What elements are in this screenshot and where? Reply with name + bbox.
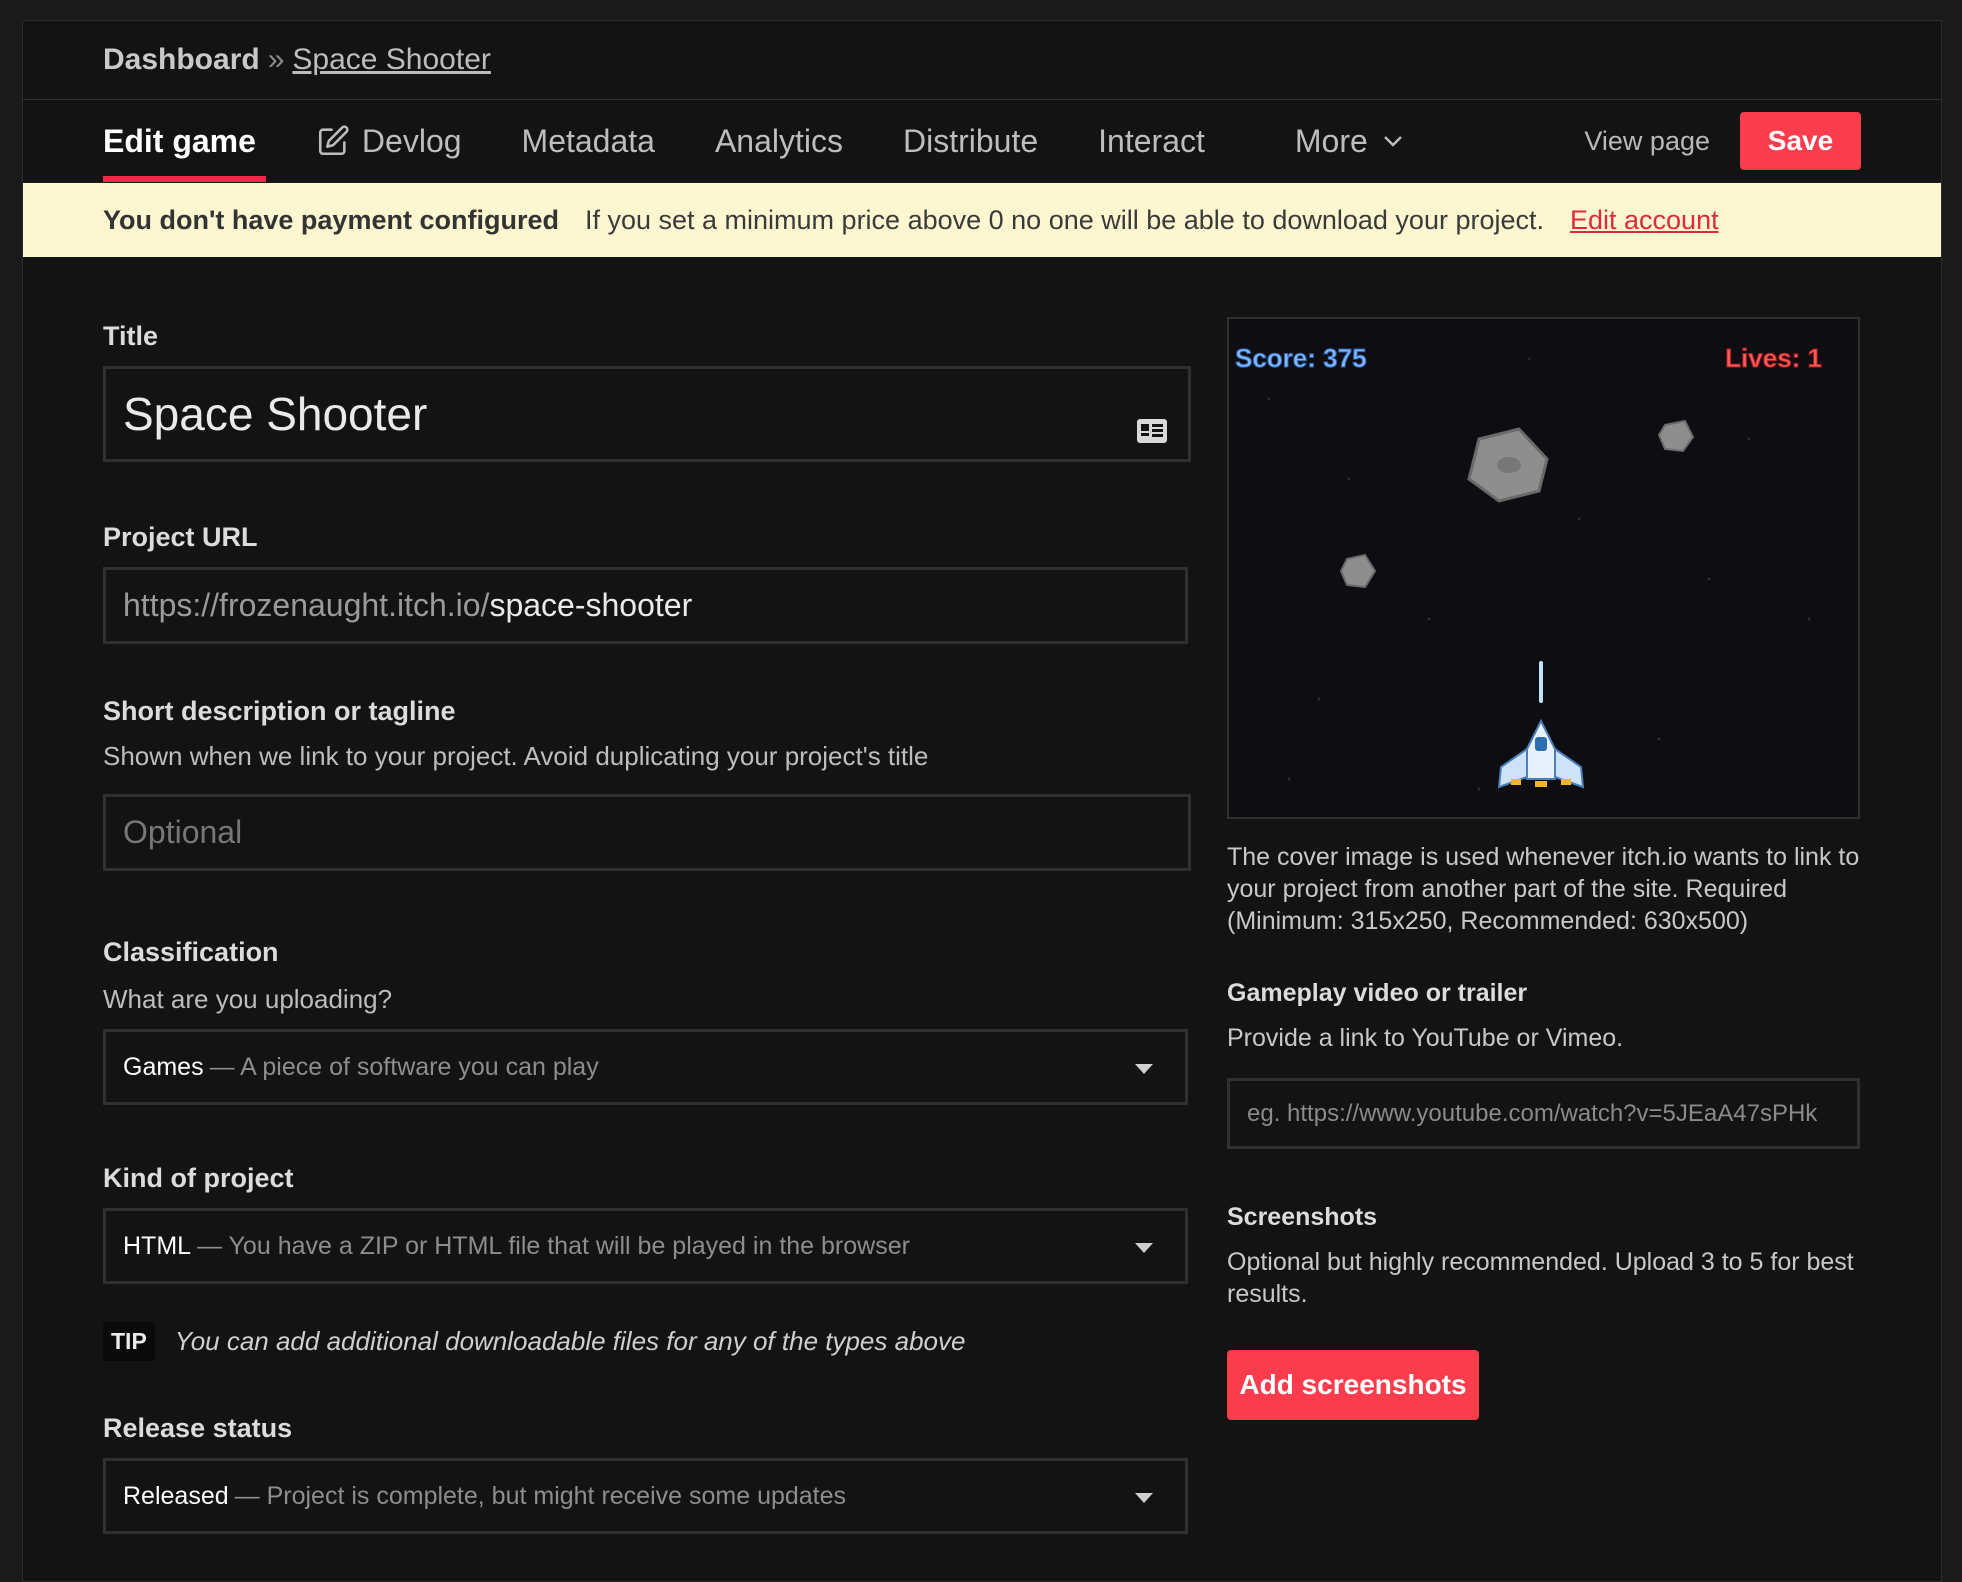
tagline-placeholder: Optional [123, 814, 243, 850]
score-text: Score: 375 [1235, 343, 1368, 374]
tip: TIP You can add additional downloadable … [103, 1322, 1193, 1361]
kind-value: HTML [123, 1231, 192, 1260]
tab-label: Distribute [903, 122, 1039, 159]
classification-value: Games [123, 1052, 204, 1081]
dropdown-arrow-icon [1135, 1243, 1153, 1253]
url-slug: space-shooter [489, 587, 693, 623]
cover-help: The cover image is used whenever itch.io… [1227, 843, 1860, 935]
tab-edit-game[interactable]: Edit game [103, 100, 266, 182]
notice-title: You don't have payment configured [103, 204, 559, 235]
spaceship [1497, 718, 1585, 789]
tab-label: More [1294, 122, 1368, 159]
tip-text: You can add additional downloadable file… [174, 1326, 966, 1356]
asteroid-large [1467, 427, 1549, 503]
tab-more[interactable]: More [1295, 100, 1404, 182]
title-value: Space Shooter [123, 388, 428, 440]
chevron-down-icon [1382, 134, 1404, 148]
tab-label: Edit game [103, 122, 256, 159]
editor-frame: Dashboard » Space Shooter Edit game Devl… [22, 20, 1942, 1582]
url-label: Project URL [103, 522, 258, 552]
dropdown-arrow-icon [1135, 1493, 1153, 1503]
lives-text: Lives: 1 [1725, 343, 1823, 374]
tab-metadata[interactable]: Metadata [522, 100, 655, 182]
classification-select[interactable]: Games — A piece of software you can play [103, 1029, 1188, 1105]
contact-card-icon[interactable] [1136, 401, 1168, 455]
title-label: Title [103, 321, 159, 351]
view-page-link[interactable]: View page [1584, 126, 1710, 157]
kind-desc: — You have a ZIP or HTML file that will … [197, 1231, 910, 1260]
tip-badge: TIP [103, 1322, 155, 1361]
main-form: Title Space Shooter Project URL https://… [103, 321, 1193, 1534]
screenshots-label: Screenshots [1227, 1203, 1378, 1231]
save-button[interactable]: Save [1740, 112, 1861, 170]
tab-label: Devlog [361, 122, 462, 159]
release-label: Release status [103, 1413, 293, 1443]
url-prefix: https://frozenaught.itch.io/ [123, 587, 490, 623]
breadcrumb-separator: » [267, 43, 285, 76]
tab-bar: Edit game Devlog Metadata Analytics Dist… [23, 100, 1941, 183]
breadcrumb-project-link[interactable]: Space Shooter [292, 43, 490, 77]
tab-interact[interactable]: Interact [1098, 100, 1205, 182]
tab-analytics[interactable]: Analytics [715, 100, 843, 182]
header-actions: View page Save [1584, 100, 1861, 182]
payment-notice: You don't have payment configured If you… [23, 183, 1941, 257]
kind-label: Kind of project [103, 1163, 294, 1193]
project-url-input[interactable]: https://frozenaught.itch.io/space-shoote… [103, 567, 1188, 644]
breadcrumb: Dashboard » Space Shooter [23, 21, 1941, 100]
edit-icon [316, 124, 350, 158]
kind-select[interactable]: HTML — You have a ZIP or HTML file that … [103, 1208, 1188, 1284]
tab-distribute[interactable]: Distribute [903, 100, 1038, 182]
tab-label: Analytics [714, 122, 843, 159]
notice-message: If you set a minimum price above 0 no on… [584, 204, 1544, 235]
tagline-input[interactable]: Optional [103, 794, 1191, 871]
release-status-select[interactable]: Released — Project is complete, but migh… [103, 1458, 1188, 1534]
classification-desc: — A piece of software you can play [209, 1052, 599, 1081]
tagline-help: Shown when we link to your project. Avoi… [103, 741, 929, 771]
breadcrumb-dashboard[interactable]: Dashboard [103, 43, 260, 77]
edit-account-link[interactable]: Edit account [1570, 205, 1719, 236]
media-column: Score: 375 Lives: 1 The cover image is u… [1227, 317, 1863, 1420]
video-label: Gameplay video or trailer [1227, 979, 1528, 1007]
tagline-label: Short description or tagline [103, 696, 456, 726]
classification-help: What are you uploading? [103, 984, 393, 1014]
video-help: Provide a link to YouTube or Vimeo. [1227, 1024, 1624, 1052]
video-url-input[interactable]: eg. https://www.youtube.com/watch?v=5JEa… [1227, 1078, 1860, 1149]
title-input[interactable]: Space Shooter [103, 366, 1191, 462]
tab-devlog[interactable]: Devlog [316, 100, 462, 182]
tab-label: Interact [1098, 122, 1205, 159]
classification-label: Classification [103, 937, 279, 967]
cover-image[interactable]: Score: 375 Lives: 1 [1227, 317, 1860, 819]
add-screenshots-button[interactable]: Add screenshots [1227, 1350, 1479, 1420]
video-placeholder: eg. https://www.youtube.com/watch?v=5JEa… [1247, 1099, 1818, 1127]
release-value: Released [123, 1481, 229, 1510]
dropdown-arrow-icon [1135, 1064, 1153, 1074]
screenshots-help: Optional but highly recommended. Upload … [1227, 1248, 1854, 1308]
tab-label: Metadata [521, 122, 655, 159]
release-desc: — Project is complete, but might receive… [234, 1481, 847, 1510]
game-scene-illustration [1267, 357, 1811, 791]
